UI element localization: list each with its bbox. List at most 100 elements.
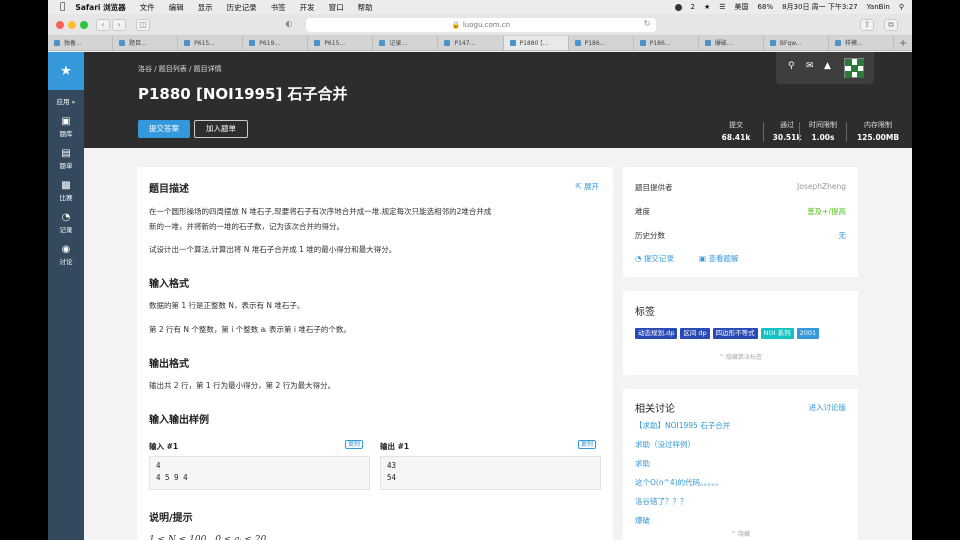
menu-bookmarks[interactable]: 书签 <box>271 2 286 13</box>
nav-label: 讨论 <box>59 258 73 266</box>
favicon-icon <box>444 40 451 46</box>
tag-list: 动态规划,dp 区间 dp 四边形不等式 NOI 系列 2001 <box>635 322 835 339</box>
url-bar[interactable]: 🔒 luogu.com.cn <box>306 18 656 32</box>
copy-output-button[interactable]: 复制 <box>578 440 597 449</box>
browser-tab[interactable]: P1880 [... <box>503 36 569 50</box>
nav-records[interactable]: ◔ 记录 <box>48 212 84 234</box>
nav-problems[interactable]: ▣ 题库 <box>48 116 84 138</box>
discussion-item[interactable]: 求助（没过样例） <box>635 439 695 450</box>
browser-tab[interactable]: P186... <box>634 36 699 50</box>
privacy-icon[interactable]: ◐ <box>282 19 296 31</box>
tag-badge[interactable]: NOI 系列 <box>760 328 794 339</box>
submit-button[interactable]: 提交答案 <box>138 120 190 138</box>
enter-discussion-link[interactable]: 进入讨论版 <box>809 402 847 413</box>
tab-label: BFqw... <box>779 40 802 47</box>
nav-problemsets[interactable]: ▤ 题单 <box>48 148 84 170</box>
browser-tab[interactable]: BFqw... <box>764 36 829 50</box>
zoom-window-button[interactable] <box>80 21 88 29</box>
desc-text-3: 试设计出一个算法,计算出将 N 堆石子合并成 1 堆的最小得分和最大得分。 <box>149 245 397 254</box>
reload-icon[interactable]: ↻ <box>640 19 654 31</box>
mail-icon[interactable]: ✉ <box>806 61 814 71</box>
tag-badge[interactable]: 动态规划,dp <box>635 328 678 339</box>
back-button[interactable]: ‹ <box>96 19 110 31</box>
browser-tab[interactable]: P615... <box>178 36 244 50</box>
apple-icon[interactable]:  <box>60 2 65 12</box>
menu-develop[interactable]: 开发 <box>300 2 315 13</box>
browser-tab[interactable]: 样模... <box>829 36 895 50</box>
menu-file[interactable]: 文件 <box>140 2 155 13</box>
copy-input-button[interactable]: 复制 <box>345 440 364 449</box>
tag-badge[interactable]: 区间 dp <box>680 328 710 339</box>
browser-tab[interactable]: 爆破... <box>699 36 764 50</box>
difficulty-value[interactable]: 普及+/提高 <box>807 206 846 217</box>
close-window-button[interactable] <box>56 21 64 29</box>
sidebar-toggle-icon[interactable]: ◫ <box>136 19 150 31</box>
tab-label: P147... <box>454 40 476 47</box>
browser-tab[interactable]: P147... <box>438 36 504 50</box>
search-icon[interactable]: ⚲ <box>788 61 795 71</box>
input-source[interactable]: 美国 <box>735 2 749 12</box>
discussion-item[interactable]: 求助 <box>635 458 650 469</box>
expand-button[interactable]: ⇱ 展开 <box>575 181 599 192</box>
sample-input[interactable]: 4 4 5 9 4 <box>149 456 370 490</box>
datetime[interactable]: 8月30日 周一 下午3:27 <box>782 2 858 12</box>
battery-percent[interactable]: 68% <box>758 3 774 11</box>
new-tab-button[interactable]: + <box>894 36 912 50</box>
tab-label: 样模... <box>844 40 863 47</box>
forward-button[interactable]: › <box>112 19 126 31</box>
tab-label: P186... <box>584 40 606 47</box>
favicon-icon <box>54 40 60 46</box>
tag-badge[interactable]: 2001 <box>796 328 820 339</box>
sample-output[interactable]: 43 54 <box>380 456 601 490</box>
menu-edit[interactable]: 编辑 <box>169 2 184 13</box>
breadcrumb[interactable]: 洛谷 / 题目列表 / 题目详情 <box>138 64 222 74</box>
tab-label: P1880 [... <box>519 40 549 47</box>
menu-view[interactable]: 显示 <box>198 2 213 13</box>
stat-value: 30.51k <box>772 133 802 142</box>
discussion-item[interactable]: 【求助】NOI1995 石子合并 <box>635 420 730 431</box>
records-link[interactable]: ◔ 提交记录 <box>635 253 674 264</box>
history-label: 历史分数 <box>635 231 665 240</box>
bluetooth-icon[interactable]: ★ <box>704 3 710 11</box>
browser-tab[interactable]: 独备... <box>48 36 114 50</box>
status-icon[interactable] <box>674 3 682 11</box>
input-format-title: 输入格式 <box>149 279 189 290</box>
provider-link[interactable]: JosephZheng <box>797 182 846 191</box>
minimize-window-button[interactable] <box>68 21 76 29</box>
hide-tags-toggle[interactable]: ^ 隐藏算法标签 <box>623 352 858 361</box>
apps-toggle[interactable]: 应用 » <box>48 96 84 106</box>
browser-tab[interactable]: P186... <box>569 36 634 50</box>
discussion-item[interactable]: 爆破 <box>635 515 650 526</box>
divider <box>763 122 764 142</box>
menu-history[interactable]: 历史记录 <box>227 2 257 13</box>
browser-tab[interactable]: P619... <box>243 36 309 50</box>
solutions-link[interactable]: ▣ 查看题解 <box>699 253 738 264</box>
stat-value: 68.41k <box>721 133 751 142</box>
bell-icon[interactable]: ▲ <box>824 61 831 71</box>
browser-tab[interactable]: 记录... <box>373 36 439 50</box>
username[interactable]: YanBin <box>867 3 890 11</box>
avatar[interactable] <box>844 58 864 78</box>
browser-tab[interactable]: P615... <box>308 36 374 50</box>
hide-discussion-toggle[interactable]: ^ 隐藏 <box>623 529 858 538</box>
nav-discuss[interactable]: ◉ 讨论 <box>48 244 84 266</box>
discussion-item[interactable]: 洛谷错了？？？ <box>635 496 688 507</box>
wifi-icon[interactable]: ☰ <box>719 3 725 11</box>
tab-label: 记录... <box>389 40 408 47</box>
luogu-logo[interactable]: ٭ <box>48 52 84 90</box>
menu-app[interactable]: Safari 浏览器 <box>75 2 125 13</box>
browser-tab[interactable]: 题目... <box>113 36 179 50</box>
share-icon[interactable]: ⇧ <box>860 19 874 31</box>
tab-label: P619... <box>259 40 281 47</box>
problem-header: 洛谷 / 题目列表 / 题目详情 P1880 [NOI1995] 石子合并 提交… <box>84 52 912 148</box>
add-to-list-button[interactable]: 加入题单 <box>194 120 248 138</box>
discussion-item[interactable]: 这个O(n^4)的代码。。。。。 <box>635 477 723 488</box>
tag-badge[interactable]: 四边形不等式 <box>712 328 758 339</box>
search-icon[interactable]: ⚲ <box>899 3 904 11</box>
nav-contests[interactable]: ▩ 比赛 <box>48 180 84 202</box>
menu-help[interactable]: 帮助 <box>358 2 373 13</box>
nav-label: 比赛 <box>59 194 73 202</box>
tabs-overview-icon[interactable]: ⧉ <box>884 19 898 31</box>
badge-count[interactable]: 2 <box>691 3 695 11</box>
menu-window[interactable]: 窗口 <box>329 2 344 13</box>
